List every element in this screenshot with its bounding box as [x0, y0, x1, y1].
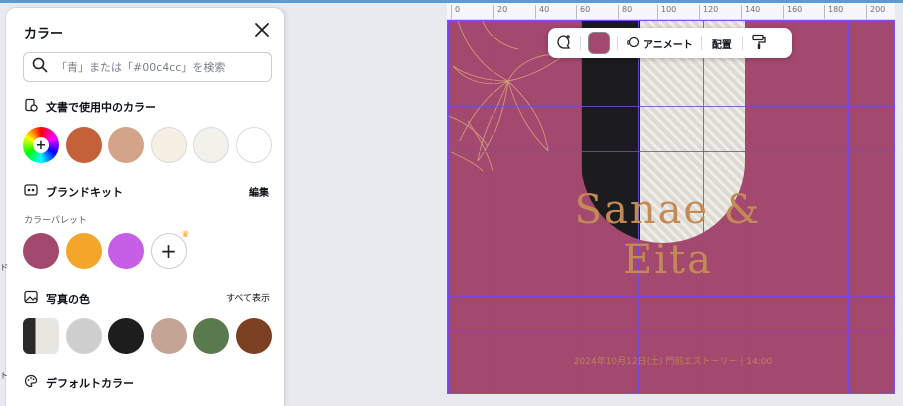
search-input[interactable]: [56, 60, 266, 74]
photo-color-swatch[interactable]: [235, 318, 272, 354]
image-icon: [24, 290, 46, 307]
current-color-chip: [589, 33, 609, 53]
color-search-field[interactable]: [23, 52, 272, 82]
design-canvas[interactable]: Sanae & Eita 2024年10月12日(土) 門前エストーリー | 1…: [447, 20, 895, 394]
close-icon[interactable]: [252, 20, 272, 40]
ruler-tick: 80: [617, 5, 633, 19]
brand-color-swatch[interactable]: [23, 233, 59, 269]
ruler-tick: 20: [492, 5, 508, 19]
add-brand-color-button[interactable]: + ♛: [150, 230, 190, 269]
doc-color-swatch[interactable]: [235, 127, 272, 163]
arrange-button[interactable]: 配置: [702, 28, 742, 58]
photo-color-swatch[interactable]: [150, 318, 187, 354]
name-line-2: Eita: [623, 237, 713, 283]
photo-color-swatch[interactable]: [65, 318, 102, 354]
guide-line: [448, 21, 449, 393]
palette-icon: [24, 374, 46, 391]
doc-colors-row: +: [23, 127, 272, 163]
search-icon: [32, 57, 48, 77]
panel-title: カラー: [24, 27, 64, 42]
copy-style-button[interactable]: [743, 28, 775, 58]
guide-line: [493, 21, 494, 393]
brand-kit-heading: ブランドキット: [24, 183, 123, 200]
photo-colors-heading: 写真の色: [24, 290, 90, 307]
plus-icon: +: [160, 239, 177, 263]
color-panel: カラー 文書で使用中のカラー + ブランドキット 編集 カラーパレット: [6, 8, 284, 406]
brand-color-swatch[interactable]: [65, 233, 102, 269]
color-palette-label: カラーパレット: [24, 216, 87, 226]
doc-color-swatch[interactable]: [65, 127, 102, 163]
animate-icon: [626, 35, 640, 52]
photo-color-swatch[interactable]: [193, 318, 229, 354]
doc-color-swatch[interactable]: [108, 127, 144, 163]
brand-kit-edit-link[interactable]: 編集: [249, 184, 269, 199]
ruler-tick: 160: [782, 5, 803, 19]
animate-label: アニメート: [643, 39, 693, 51]
paint-roller-icon: [751, 34, 767, 53]
guide-line: [448, 106, 894, 107]
ruler-tick: 200: [865, 5, 886, 19]
horizontal-ruler: 0 20 40 60 80 100 120 140 160 180 200: [447, 3, 895, 20]
ruler-tick: 140: [740, 5, 761, 19]
crown-icon: ♛: [181, 230, 190, 240]
event-date-text[interactable]: 2024年10月12日(土) 門前エストーリー | 14:00: [548, 354, 798, 367]
comment-add-icon: [556, 34, 572, 53]
photo-color-swatch[interactable]: [108, 318, 144, 354]
add-color-picker-button[interactable]: +: [23, 127, 59, 163]
comment-button[interactable]: [548, 28, 580, 58]
ruler-tick: 100: [656, 5, 677, 19]
side-mark: ド: [0, 263, 8, 272]
couple-names[interactable]: Sanae & Eita: [568, 185, 768, 285]
ruler-tick: 120: [698, 5, 719, 19]
doc-colors-heading: 文書で使用中のカラー: [24, 98, 156, 115]
side-mark: ト: [0, 371, 8, 380]
ruler-tick: 60: [575, 5, 591, 19]
element-toolbar: アニメート 配置: [548, 28, 792, 58]
guide-line: [448, 331, 894, 332]
ruler-tick: 0: [450, 5, 461, 19]
brand-kit-icon: [24, 183, 46, 200]
plus-icon: +: [33, 137, 49, 153]
brand-colors-row: + ♛: [23, 230, 190, 269]
photo-colors-row: [23, 318, 272, 354]
arrange-label: 配置: [711, 39, 732, 51]
animate-button[interactable]: アニメート: [618, 28, 701, 58]
text-color-button[interactable]: [581, 28, 617, 58]
brand-color-swatch[interactable]: [108, 233, 144, 269]
show-all-link[interactable]: すべて表示: [226, 291, 270, 304]
document-palette-icon: [24, 98, 46, 115]
default-colors-heading: デフォルトカラー: [24, 374, 134, 391]
photo-thumbnail[interactable]: [23, 318, 59, 354]
ruler-tick: 180: [823, 5, 844, 19]
name-line-1: Sanae &: [574, 187, 762, 233]
doc-color-swatch[interactable]: [150, 127, 187, 163]
guide-line: [848, 21, 849, 393]
doc-color-swatch[interactable]: [193, 127, 229, 163]
ruler-tick: 40: [534, 5, 550, 19]
guide-line: [448, 151, 894, 152]
guide-line: [448, 296, 894, 297]
